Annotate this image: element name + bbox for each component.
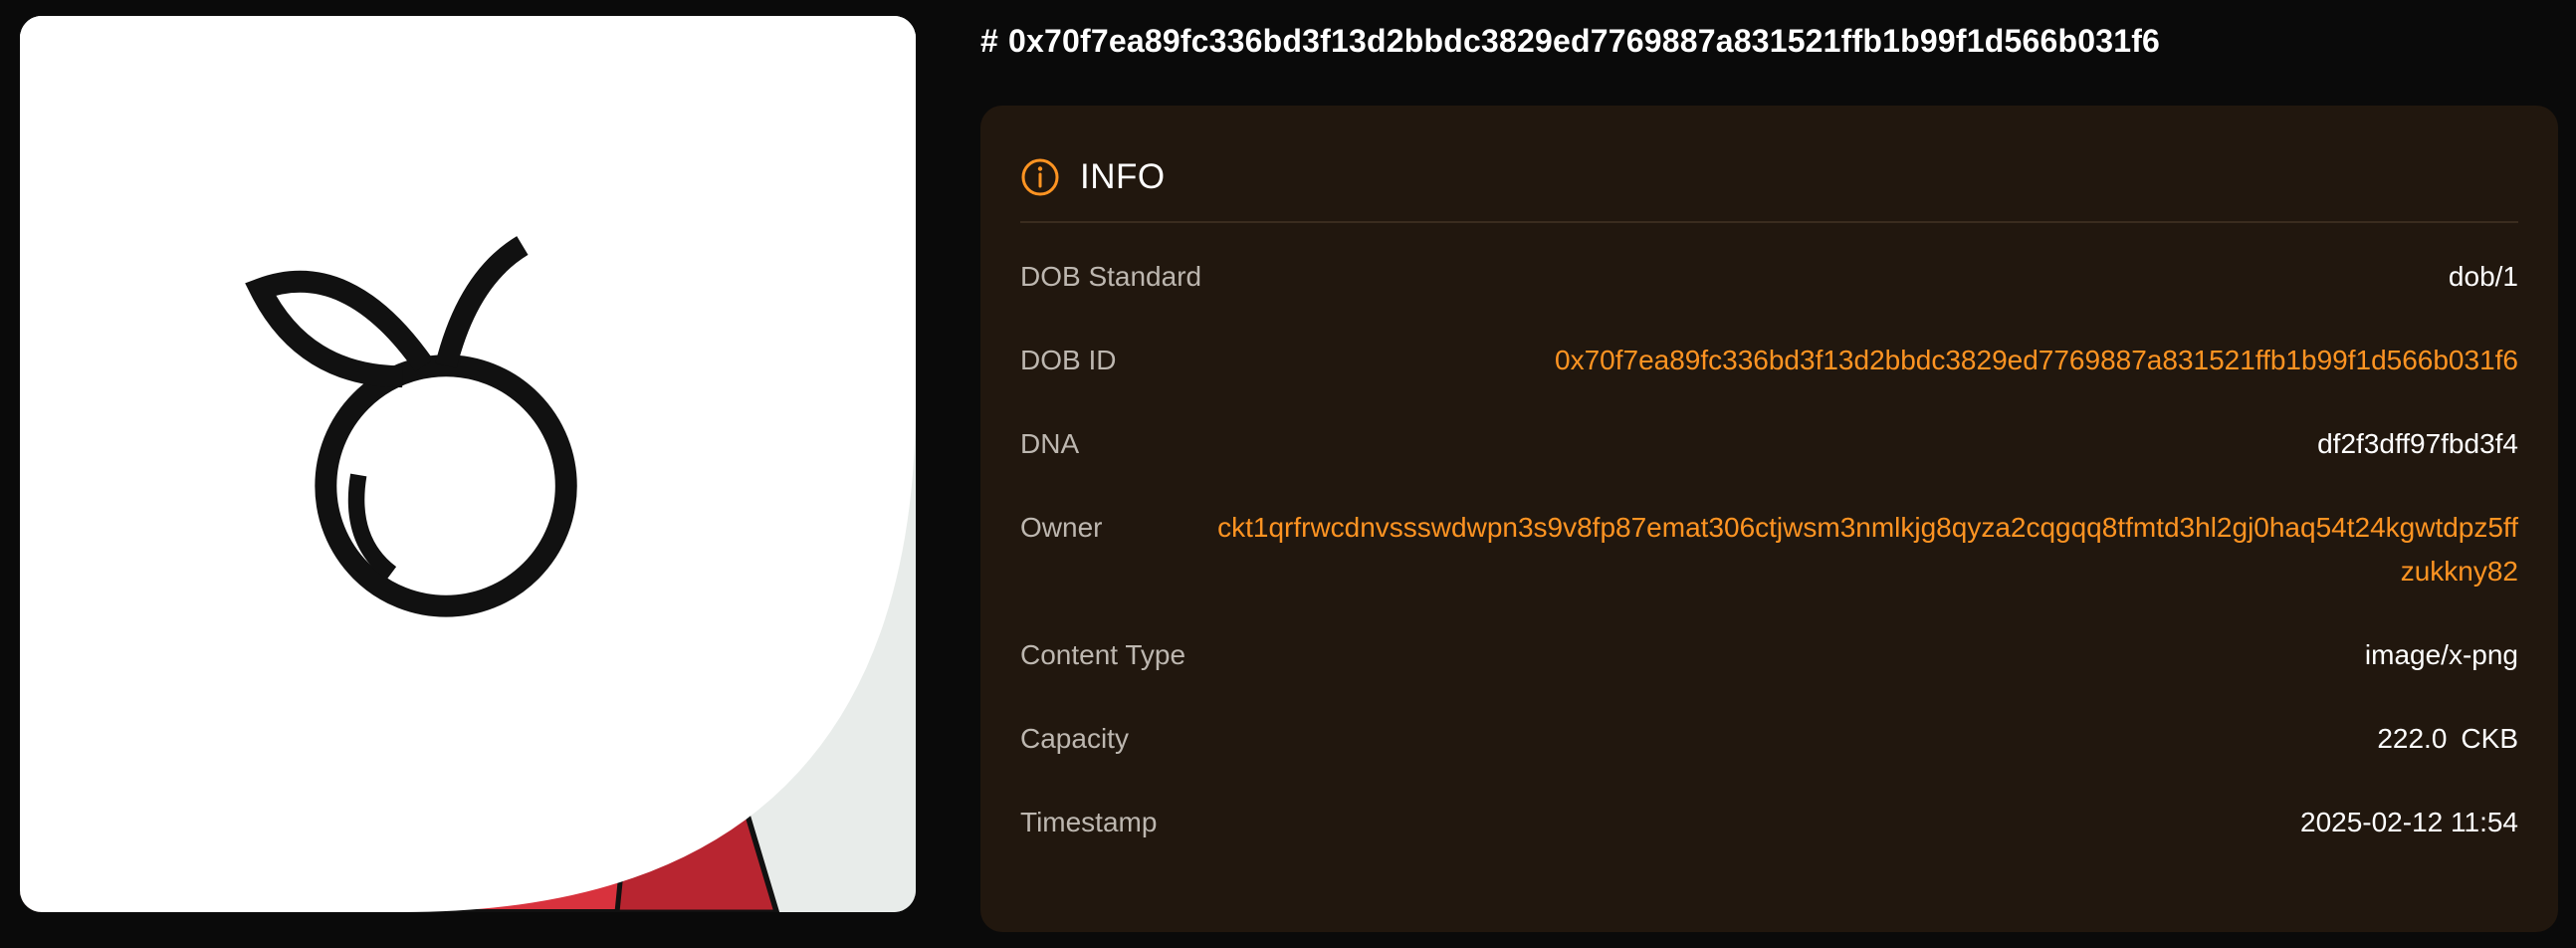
info-label: Capacity <box>1020 723 1129 754</box>
owner-address-link[interactable]: ckt1qrfrwcdnvssswdwpn3s9v8fp87emat306ctj… <box>1204 506 2518 593</box>
info-row-dob-id: DOB ID 0x70f7ea89fc336bd3f13d2bbdc3829ed… <box>1020 339 2518 382</box>
info-row-content-type: Content Type image/x-png <box>1020 633 2518 677</box>
timestamp-value: 2025-02-12 11:54 <box>2300 807 2518 837</box>
info-row-owner: Owner ckt1qrfrwcdnvssswdwpn3s9v8fp87emat… <box>1020 506 2518 593</box>
fruit-logo-icon <box>20 16 916 912</box>
dob-standard-value: dob/1 <box>2448 261 2518 292</box>
info-row-timestamp: Timestamp 2025-02-12 11:54 <box>1020 801 2518 844</box>
info-label: Owner <box>1020 512 1103 543</box>
page-title: #0x70f7ea89fc336bd3f13d2bbdc3829ed776988… <box>980 18 2160 64</box>
dna-value: df2f3dff97fbd3f4 <box>2317 428 2518 459</box>
info-label: DOB Standard <box>1020 261 1202 292</box>
info-card: INFO DOB Standard dob/1 DOB ID 0x70f7ea8… <box>980 106 2558 932</box>
info-divider <box>1020 221 2518 223</box>
info-label: DNA <box>1020 428 1080 459</box>
info-label: DOB ID <box>1020 345 1117 375</box>
info-rows: DOB Standard dob/1 DOB ID 0x70f7ea89fc33… <box>1020 255 2518 884</box>
info-row-dna: DNA df2f3dff97fbd3f4 <box>1020 422 2518 466</box>
content-type-value: image/x-png <box>2364 639 2518 670</box>
dob-detail-page: #0x70f7ea89fc336bd3f13d2bbdc3829ed776988… <box>0 0 2576 948</box>
title-hash: # <box>980 23 998 59</box>
title-dob-id: 0x70f7ea89fc336bd3f13d2bbdc3829ed7769887… <box>1008 23 2161 59</box>
dob-id-link[interactable]: 0x70f7ea89fc336bd3f13d2bbdc3829ed7769887… <box>1555 339 2518 382</box>
info-circle-icon <box>1021 158 1059 196</box>
capacity-value: 222.0 CKB <box>2377 717 2518 761</box>
dob-artwork <box>20 16 916 912</box>
info-row-capacity: Capacity 222.0 CKB <box>1020 717 2518 761</box>
info-row-dob-standard: DOB Standard dob/1 <box>1020 255 2518 299</box>
capacity-amount: 222.0 <box>2377 723 2448 754</box>
info-header: INFO <box>1020 147 2518 207</box>
info-label: Timestamp <box>1020 807 1158 837</box>
info-heading: INFO <box>1080 157 1166 196</box>
capacity-unit: CKB <box>2461 723 2518 754</box>
info-label: Content Type <box>1020 639 1186 670</box>
